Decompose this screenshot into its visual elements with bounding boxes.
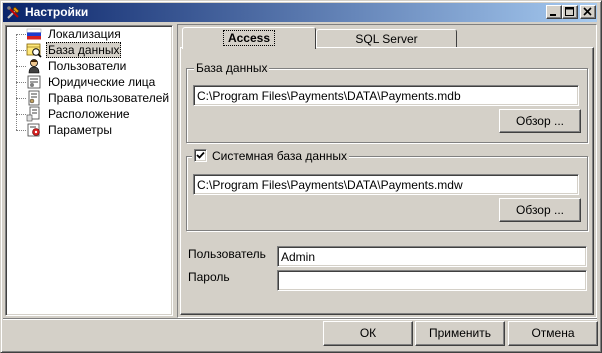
tree-item-label: Юридические лица [48, 75, 156, 89]
tree-item-label: Локализация [48, 27, 121, 41]
tab-sql-server[interactable]: SQL Server [316, 29, 457, 48]
browse-system-database-button[interactable]: Обзор ... [499, 198, 581, 222]
tab-access[interactable]: Access [182, 27, 316, 49]
apply-button[interactable]: Применить [415, 321, 505, 346]
location-icon [26, 106, 42, 122]
system-database-path-field[interactable]: C:\Program Files\Payments\DATA\Payments.… [193, 174, 579, 195]
settings-icon [26, 122, 42, 138]
check-icon [196, 151, 205, 159]
system-db-checkbox[interactable] [194, 149, 207, 162]
group-title: База данных [194, 61, 270, 75]
tools-icon [6, 5, 22, 20]
ok-button[interactable]: ОК [323, 321, 413, 346]
tree-item-label: Параметры [48, 123, 112, 137]
database-path-field[interactable]: C:\Program Files\Payments\DATA\Payments.… [193, 85, 579, 106]
title-bar[interactable]: Настройки [3, 3, 597, 22]
group-title: Системная база данных [192, 149, 349, 163]
minimize-button[interactable] [546, 5, 562, 19]
user-field[interactable]: Admin [277, 246, 587, 267]
cancel-button[interactable]: Отмена [508, 321, 598, 346]
browse-database-button[interactable]: Обзор ... [499, 109, 581, 133]
tree-item-label: Права пользователей [48, 91, 170, 105]
user-label: Пользователь [188, 247, 266, 261]
maximize-button[interactable] [562, 5, 578, 19]
password-label: Пароль [188, 270, 230, 284]
close-icon [583, 7, 592, 16]
tree-item-label: Расположение [48, 107, 130, 121]
close-button[interactable] [580, 5, 596, 19]
tab-label: SQL Server [355, 32, 418, 46]
company-icon [26, 74, 42, 90]
rights-icon [26, 90, 42, 106]
user-icon [26, 58, 42, 74]
database-icon [26, 42, 42, 58]
settings-tree[interactable]: Локализация База данных Пользователи Юри… [5, 25, 173, 316]
window-title: Настройки [25, 5, 89, 19]
tree-item-label: База данных [46, 42, 122, 58]
flag-icon [26, 26, 42, 42]
tree-item-label: Пользователи [48, 59, 127, 73]
tab-label: Access [222, 30, 276, 46]
minimize-icon [550, 14, 556, 16]
password-field[interactable] [277, 270, 587, 291]
maximize-icon [565, 7, 574, 16]
system-db-label[interactable]: Системная база данных [212, 149, 347, 163]
